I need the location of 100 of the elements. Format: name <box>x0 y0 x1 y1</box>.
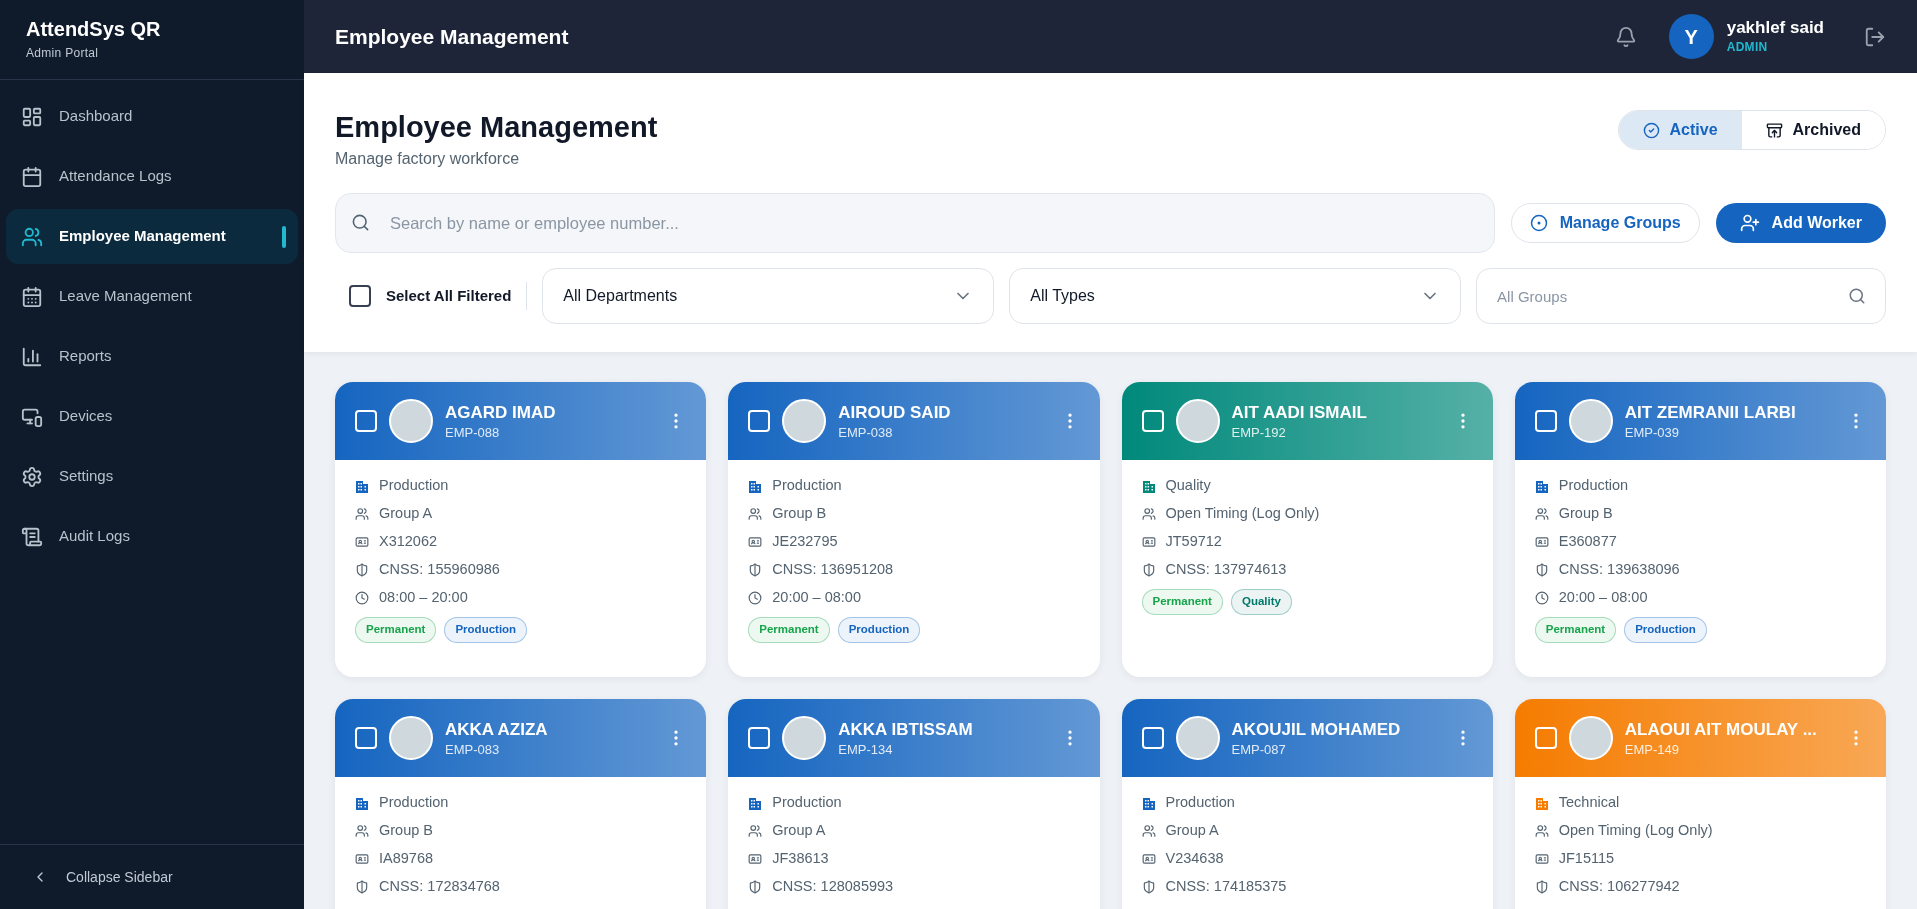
shield-icon <box>1534 563 1549 578</box>
department-text: Production <box>772 476 842 496</box>
calendar-icon <box>21 165 43 188</box>
notification-icon[interactable] <box>1614 25 1637 48</box>
clock-icon <box>355 591 369 606</box>
department-text: Production <box>1165 793 1235 813</box>
sidebar-item[interactable]: Attendance Logs <box>6 149 298 204</box>
type-dropdown[interactable]: All Types <box>1009 268 1462 325</box>
people-icon <box>21 225 43 248</box>
avatar-placeholder <box>389 399 433 444</box>
shield-icon <box>355 880 369 895</box>
info-text: CNSS: 174185375 <box>1165 877 1287 897</box>
toggle-tab[interactable]: Active <box>1618 111 1742 149</box>
group-icon <box>1141 507 1156 522</box>
id-card-icon <box>355 535 369 550</box>
shield-icon <box>1534 880 1549 895</box>
check-circle-icon <box>1642 121 1660 139</box>
info-text: Group A <box>772 821 826 841</box>
info-text: Group B <box>1558 504 1613 524</box>
group-filter-field[interactable]: All Groups <box>1476 268 1886 325</box>
department-text: Production <box>379 793 449 813</box>
sidebar-item[interactable]: Audit Logs <box>6 509 298 564</box>
info-text: V234638 <box>1165 849 1224 869</box>
manage-groups-button[interactable]: Manage Groups <box>1510 203 1700 244</box>
tag: Production <box>444 617 528 643</box>
sidebar-item[interactable]: Settings <box>6 449 298 504</box>
shield-icon <box>748 563 763 578</box>
document-icon <box>21 525 43 548</box>
employee-name: ALAOUI AIT MOULAY ... <box>1624 718 1818 740</box>
tag: Permanent <box>355 617 437 643</box>
employee-number: EMP-083 <box>445 741 501 758</box>
id-card-icon <box>1534 852 1549 867</box>
info-text: JF15115 <box>1558 849 1615 869</box>
department-dropdown[interactable]: All Departments <box>542 268 995 325</box>
id-card-icon <box>1141 852 1156 867</box>
info-text: JF38613 <box>772 849 829 869</box>
employee-number: EMP-149 <box>1624 741 1680 758</box>
group-icon <box>355 824 369 839</box>
heading: Employee Management <box>335 110 659 145</box>
checkbox[interactable] <box>349 285 371 308</box>
app-title: AttendSys QR <box>26 17 162 42</box>
info-text: IA89768 <box>379 849 434 869</box>
shield-icon <box>748 880 763 895</box>
app-subtitle: Admin Portal <box>26 45 100 62</box>
employee-name: AGARD IMAD <box>445 401 557 423</box>
employee-number: EMP-039 <box>1624 424 1680 441</box>
id-card-icon <box>1141 535 1156 550</box>
employee-number: EMP-038 <box>838 424 894 441</box>
employee-name: AIT ZEMRANII LARBI <box>1624 401 1797 423</box>
settings-icon <box>21 465 43 488</box>
group-icon <box>1534 507 1549 522</box>
user-name: yakhlef said <box>1726 16 1824 39</box>
info-text: Group A <box>379 504 433 524</box>
sidebar-item[interactable]: Leave Management <box>6 269 298 324</box>
info-text: JT59712 <box>1165 532 1222 552</box>
group-icon <box>748 824 763 839</box>
shield-icon <box>355 563 369 578</box>
avatar-placeholder <box>389 716 433 761</box>
employee-name: AKKA AZIZA <box>445 718 549 740</box>
tag: Permanent <box>1534 617 1617 643</box>
sidebar-item[interactable]: Devices <box>6 389 298 444</box>
id-card-icon <box>748 535 763 550</box>
tag: Quality <box>1230 589 1292 615</box>
employee-number: EMP-134 <box>838 741 894 758</box>
page-title: Employee Management <box>335 23 570 50</box>
info-text: CNSS: 139638096 <box>1558 560 1680 580</box>
info-text: CNSS: 137974613 <box>1165 560 1287 580</box>
search-field[interactable]: Search by name or employee number... <box>335 193 1495 254</box>
add-worker-button[interactable]: Add Worker <box>1715 203 1886 244</box>
info-text: CNSS: 106277942 <box>1558 877 1680 897</box>
sidebar-item[interactable]: Reports <box>6 329 298 384</box>
department-text: Production <box>379 476 449 496</box>
info-text: X312062 <box>379 532 438 552</box>
tag: Production <box>1624 617 1707 643</box>
employee-number: EMP-087 <box>1231 741 1287 758</box>
employee-name: AKKA IBTISSAM <box>838 718 974 740</box>
clock-icon <box>748 591 763 606</box>
collapse-sidebar-button[interactable]: Collapse Sidebar <box>66 866 173 888</box>
department-text: Production <box>772 793 842 813</box>
group-icon <box>748 507 763 522</box>
sidebar-item[interactable]: Employee Management <box>6 209 298 264</box>
logout-icon[interactable] <box>1864 25 1886 48</box>
active-indicator <box>282 225 286 248</box>
info-text: JE232795 <box>772 532 838 552</box>
employee-number: EMP-192 <box>1231 424 1287 441</box>
shield-icon <box>1141 880 1156 895</box>
sidebar-item[interactable]: Dashboard <box>6 89 298 144</box>
group-icon <box>1141 824 1156 839</box>
add-person-icon <box>1739 213 1760 234</box>
employee-name: AIT AADI ISMAIL <box>1231 401 1368 423</box>
user-avatar: Y <box>1668 14 1714 59</box>
info-text: CNSS: 172834768 <box>379 877 500 897</box>
archive-icon <box>1765 121 1783 139</box>
employee-name: AIROUD SAID <box>838 401 952 423</box>
department-text: Technical <box>1558 793 1620 813</box>
info-text: Group A <box>1165 821 1219 841</box>
id-card-icon <box>1534 535 1549 550</box>
info-text: CNSS: 155960986 <box>379 560 500 580</box>
info-text: 08:00 – 20:00 <box>379 588 468 608</box>
tag: Permanent <box>748 617 830 643</box>
